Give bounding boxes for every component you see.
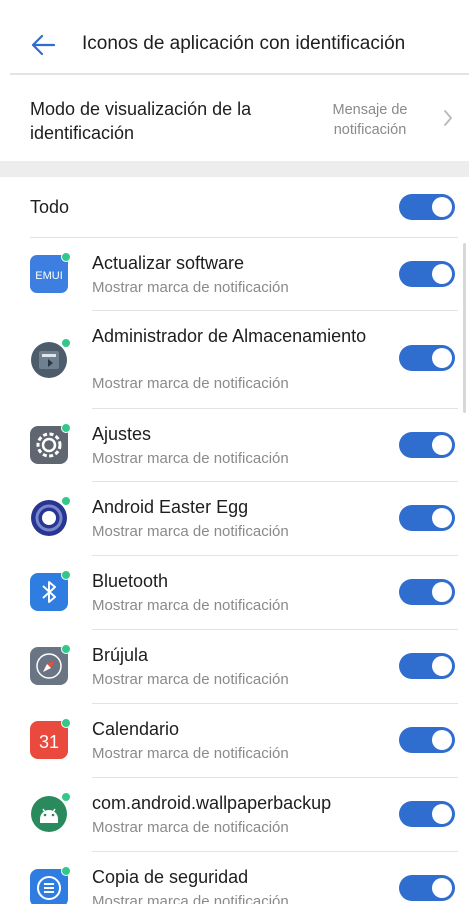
app-subtitle: Mostrar marca de notificación: [92, 671, 289, 688]
app-name: Actualizar software: [92, 253, 245, 273]
backup-icon: [30, 866, 71, 904]
toggle-knob: [432, 197, 452, 217]
back-button[interactable]: [28, 30, 58, 60]
app-subtitle: Mostrar marca de notificación: [92, 523, 289, 540]
app-row-android-easter-egg: Android Easter Egg Mostrar marca de noti…: [0, 482, 469, 555]
calendar-icon: 31: [30, 718, 71, 759]
app-name: Copia de seguridad: [92, 867, 249, 887]
notification-badge: [61, 718, 71, 728]
notification-badge: [61, 496, 71, 506]
app-subtitle: Mostrar marca de notificación: [92, 745, 289, 762]
notification-badge: [61, 570, 71, 580]
bluetooth-icon: [30, 570, 71, 611]
app-toggle-android-easter-egg[interactable]: [399, 505, 455, 531]
settings-gear-icon: [30, 423, 71, 464]
app-row-actualizar-software: EMUI Actualizar software Mostrar marca d…: [0, 238, 469, 310]
compass-icon: [30, 644, 71, 685]
toggle-knob: [432, 804, 452, 824]
app-toggle-wallpaperbackup[interactable]: [399, 801, 455, 827]
app-subtitle: Mostrar marca de notificación: [92, 450, 289, 467]
toggle-knob: [432, 878, 452, 898]
app-row-administrador-almacenamiento: Administrador de Almacenamiento Mostrar …: [0, 311, 469, 408]
notification-badge: [61, 338, 71, 348]
all-apps-toggle[interactable]: [399, 194, 455, 220]
display-mode-row[interactable]: Modo de visualización de la identificaci…: [0, 75, 469, 161]
toggle-knob: [432, 582, 452, 602]
app-name: Ajustes: [92, 424, 152, 444]
app-row-wallpaperbackup: com.android.wallpaperbackup Mostrar marc…: [0, 778, 469, 851]
notification-badge: [61, 644, 71, 654]
notification-badge: [61, 792, 71, 802]
all-apps-label: Todo: [30, 197, 70, 217]
app-bar: Iconos de aplicación con identificación: [0, 0, 469, 74]
app-row-brujula: Brújula Mostrar marca de notificación: [0, 630, 469, 703]
notification-badge: [61, 866, 71, 876]
app-toggle-ajustes[interactable]: [399, 432, 455, 458]
storage-manager-icon: [30, 338, 71, 379]
svg-text:EMUI: EMUI: [35, 270, 63, 282]
app-name: Bluetooth: [92, 571, 169, 591]
notification-badge: [61, 252, 71, 262]
display-mode-value-line2: notificación: [333, 122, 407, 138]
toggle-knob: [432, 656, 452, 676]
android-robot-icon: [30, 792, 71, 833]
app-subtitle: Mostrar marca de notificación: [92, 819, 289, 836]
toggle-knob: [432, 264, 452, 284]
app-subtitle: Mostrar marca de notificación: [92, 893, 289, 904]
app-subtitle: Mostrar marca de notificación: [92, 597, 289, 614]
app-toggle-bluetooth[interactable]: [399, 579, 455, 605]
app-row-bluetooth: Bluetooth Mostrar marca de notificación: [0, 556, 469, 629]
all-apps-row: Todo: [0, 177, 469, 237]
calendar-day: 31: [39, 732, 59, 752]
easter-egg-icon: [30, 496, 71, 537]
app-subtitle: Mostrar marca de notificación: [92, 375, 289, 392]
app-toggle-brujula[interactable]: [399, 653, 455, 679]
toggle-knob: [432, 435, 452, 455]
app-row-ajustes: Ajustes Mostrar marca de notificación: [0, 409, 469, 481]
display-mode-value: Mensaje de notificación: [315, 100, 425, 140]
app-name: com.android.wallpaperbackup: [92, 793, 332, 813]
display-mode-value-line1: Mensaje de: [332, 102, 408, 118]
emui-icon: EMUI: [30, 252, 71, 293]
chevron-right-icon: [444, 110, 452, 126]
app-row-calendario: 31 Calendario Mostrar marca de notificac…: [0, 704, 469, 777]
arrow-left-icon: [31, 34, 56, 56]
app-toggle-copia-de-seguridad[interactable]: [399, 875, 455, 901]
app-row-copia-de-seguridad: Copia de seguridad Mostrar marca de noti…: [0, 852, 469, 904]
toggle-knob: [432, 348, 452, 368]
app-toggle-calendario[interactable]: [399, 727, 455, 753]
app-name: Calendario: [92, 719, 180, 739]
app-toggle-actualizar-software[interactable]: [399, 261, 455, 287]
notification-badge: [61, 423, 71, 433]
app-name: Android Easter Egg: [92, 497, 249, 517]
app-subtitle: Mostrar marca de notificación: [92, 279, 289, 296]
toggle-knob: [432, 508, 452, 528]
page-title: Iconos de aplicación con identificación: [82, 33, 406, 54]
toggle-knob: [432, 730, 452, 750]
app-name: Administrador de Almacenamiento: [92, 326, 367, 346]
app-name: Brújula: [92, 645, 149, 665]
app-toggle-administrador-almacenamiento[interactable]: [399, 345, 455, 371]
section-separator: [0, 161, 469, 177]
display-mode-label: Modo de visualización de la identificaci…: [30, 99, 252, 143]
